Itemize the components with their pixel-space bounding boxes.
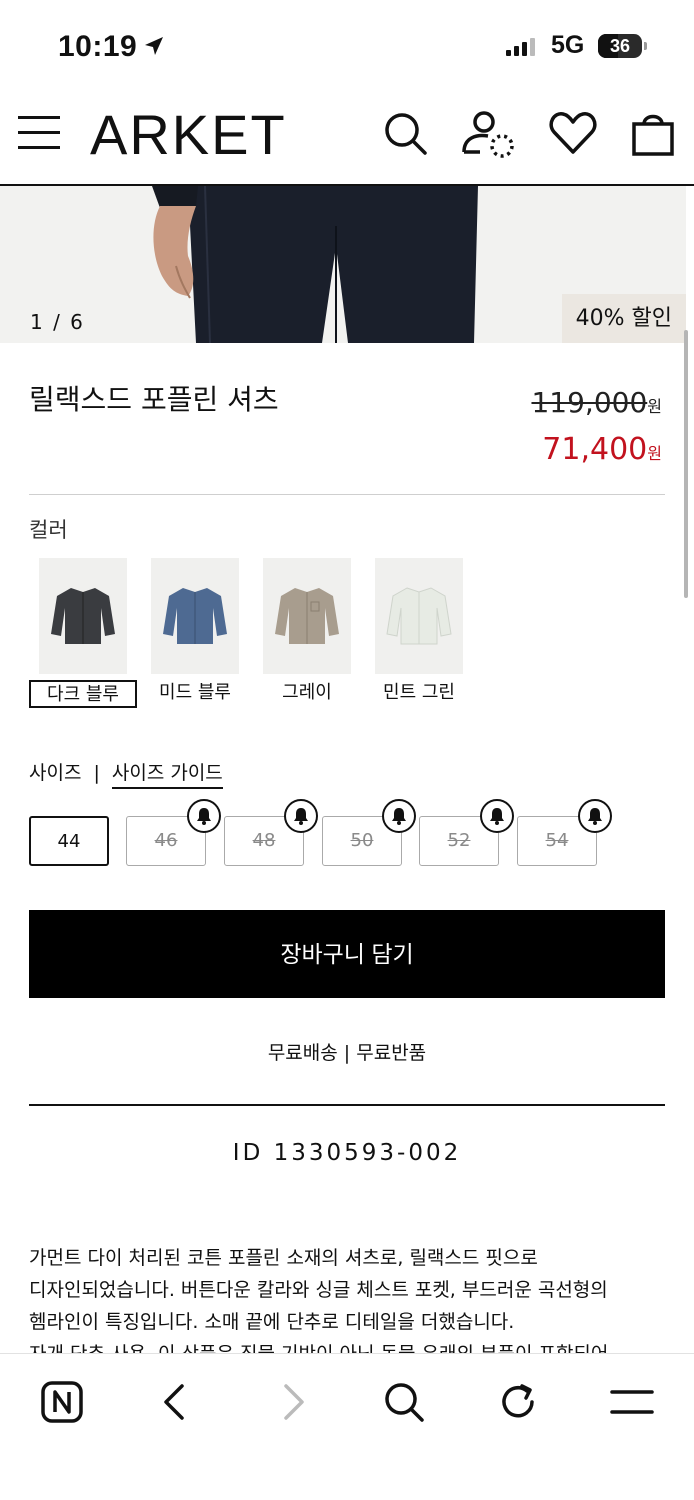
currency-label: 원 xyxy=(647,397,662,416)
size-value: 50 xyxy=(350,830,374,851)
battery-icon: 36 xyxy=(598,34,647,58)
divider xyxy=(29,1104,665,1106)
size-value: 44 xyxy=(57,831,81,852)
size-value: 48 xyxy=(252,830,276,851)
notify-bell-icon[interactable] xyxy=(578,799,612,833)
shipping-info: 무료배송 | 무료반품 xyxy=(267,1042,427,1064)
product-id: ID 1330593-002 xyxy=(232,1140,462,1166)
brand-logo[interactable]: ARKET xyxy=(90,102,287,167)
shirt-thumbnail xyxy=(275,588,339,644)
sale-price-value: 71,400 xyxy=(542,432,648,467)
size-option-44[interactable]: 44 xyxy=(29,816,109,866)
color-swatch-gray[interactable] xyxy=(263,558,351,674)
product-image-carousel[interactable]: 1 / 6 40% 할인 xyxy=(0,186,686,343)
notify-bell-icon[interactable] xyxy=(284,799,318,833)
notify-bell-icon[interactable] xyxy=(480,799,514,833)
currency-label: 원 xyxy=(647,444,662,463)
shirt-thumbnail xyxy=(163,588,227,644)
search-icon[interactable] xyxy=(380,1378,428,1426)
menu-icon[interactable] xyxy=(18,112,60,152)
notify-bell-icon[interactable] xyxy=(187,799,221,833)
site-header: ARKET xyxy=(0,90,694,186)
size-header: 사이즈 | 사이즈 가이드 xyxy=(29,758,223,789)
description-line: 디자인되었습니다. 버튼다운 칼라와 싱글 체스트 포켓, 부드러운 곡선형의 xyxy=(29,1279,608,1301)
image-counter: 1 / 6 xyxy=(30,310,85,334)
description-line: 가먼트 다이 처리된 코튼 포플린 소재의 셔츠로, 릴랙스드 핏으로 xyxy=(29,1247,538,1269)
add-to-cart-button[interactable]: 장바구니 담기 xyxy=(29,910,665,998)
color-swatch-mid-blue[interactable] xyxy=(151,558,239,674)
color-swatch-mint-green[interactable] xyxy=(375,558,463,674)
size-value: 54 xyxy=(545,830,569,851)
size-value: 46 xyxy=(154,830,178,851)
back-icon[interactable] xyxy=(152,1378,200,1426)
naver-app-icon[interactable] xyxy=(38,1378,86,1426)
description-line: 헴라인이 특징입니다. 소매 끝에 단추로 디테일을 더했습니다. xyxy=(29,1311,515,1333)
product-description: 가먼트 다이 처리된 코튼 포플린 소재의 셔츠로, 릴랙스드 핏으로 디자인되… xyxy=(29,1242,669,1370)
sale-price: 71,400원 xyxy=(542,432,662,467)
size-guide-link[interactable]: 사이즈 가이드 xyxy=(111,762,223,789)
battery-level: 36 xyxy=(609,36,631,56)
menu-icon[interactable] xyxy=(608,1378,656,1426)
shirt-thumbnail xyxy=(386,587,452,645)
page-scrollbar[interactable] xyxy=(684,330,688,598)
original-price: 119,000원 xyxy=(531,386,662,419)
refresh-icon[interactable] xyxy=(494,1378,542,1426)
separator: | xyxy=(93,762,100,784)
color-option-label[interactable]: 민트 그린 xyxy=(375,680,463,708)
size-value: 52 xyxy=(447,830,471,851)
notify-bell-icon[interactable] xyxy=(382,799,416,833)
account-icon[interactable] xyxy=(458,108,518,158)
color-option-label[interactable]: 다크 블루 xyxy=(29,680,137,708)
network-type: 5G xyxy=(551,31,585,59)
heart-icon[interactable] xyxy=(548,108,598,158)
status-time: 10:19 xyxy=(58,30,138,63)
color-label: 컬러 xyxy=(29,518,68,542)
browser-toolbar xyxy=(0,1353,694,1500)
status-bar: 10:19 5G 36 xyxy=(0,0,694,90)
forward-icon[interactable] xyxy=(268,1378,316,1426)
product-title: 릴랙스드 포플린 셔츠 xyxy=(29,383,279,416)
color-swatch-dark-blue[interactable] xyxy=(39,558,127,674)
divider xyxy=(29,494,665,495)
bag-icon[interactable] xyxy=(628,108,678,158)
color-option-label[interactable]: 미드 블루 xyxy=(151,680,239,708)
color-option-label[interactable]: 그레이 xyxy=(263,680,351,708)
cellular-signal-icon xyxy=(506,38,535,56)
search-icon[interactable] xyxy=(380,108,430,158)
original-price-value: 119,000 xyxy=(531,386,648,419)
discount-badge: 40% 할인 xyxy=(561,294,686,343)
shirt-thumbnail xyxy=(51,588,115,644)
location-arrow-icon xyxy=(145,37,163,55)
size-label: 사이즈 xyxy=(29,762,82,784)
